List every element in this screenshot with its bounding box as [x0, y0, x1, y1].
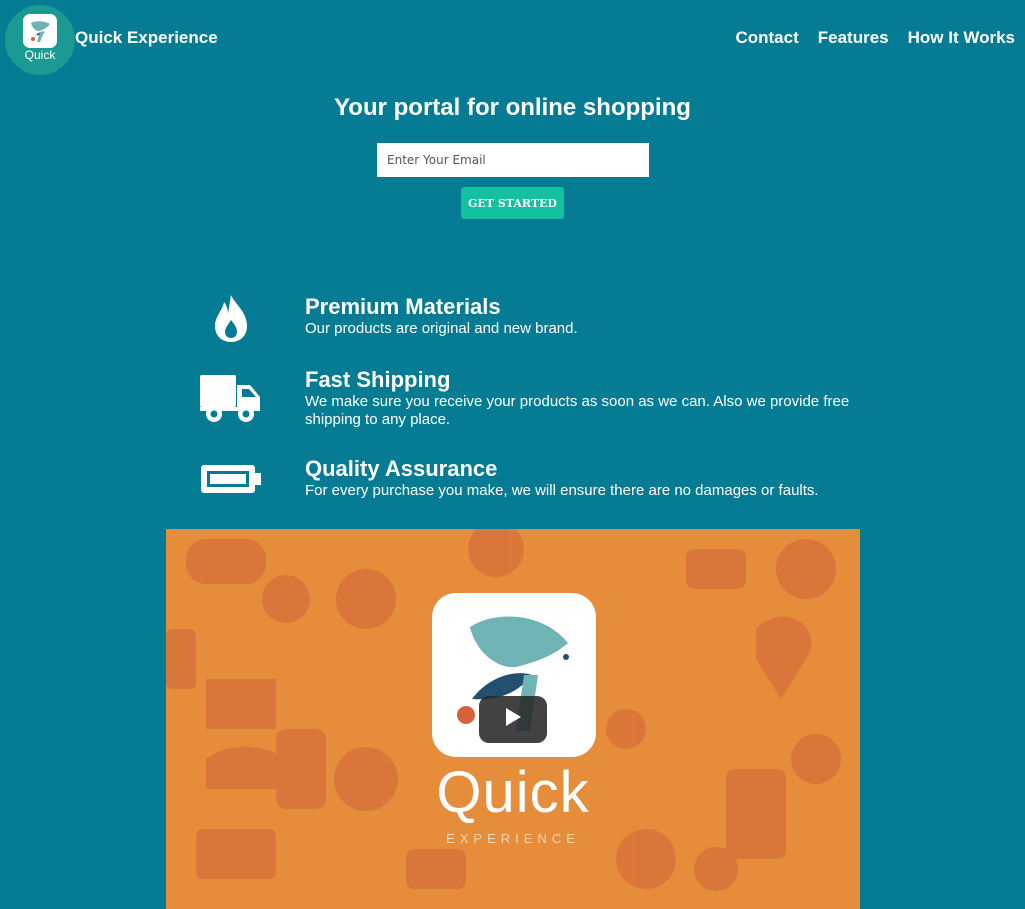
feature-description: We make sure you receive your products a…	[305, 393, 850, 428]
hero-heading: Your portal for online shopping	[334, 94, 691, 121]
logo[interactable]: Quick	[5, 5, 75, 75]
feature-description: Our products are original and new brand.	[305, 320, 578, 337]
play-icon	[503, 707, 523, 732]
brand-title[interactable]: Quick Experience	[75, 28, 218, 48]
logo-text: Quick	[24, 48, 56, 62]
get-started-button[interactable]: GET STARTED	[461, 187, 564, 219]
fire-icon	[200, 294, 262, 344]
truck-icon	[200, 367, 262, 425]
nav-features[interactable]: Features	[818, 28, 889, 48]
feature-title: Premium Materials	[305, 294, 501, 319]
feature-title: Quality Assurance	[305, 456, 498, 481]
video-logo-subtitle: EXPERIENCE	[446, 831, 580, 846]
rabbit-logo-icon	[23, 14, 57, 48]
email-input[interactable]	[377, 143, 649, 177]
feature-description: For every purchase you make, we will ens…	[305, 482, 819, 499]
nav-contact[interactable]: Contact	[735, 28, 798, 48]
play-button[interactable]	[479, 696, 547, 743]
nav-how-it-works[interactable]: How It Works	[908, 28, 1015, 48]
video-logo-word: Quick	[436, 760, 590, 825]
top-nav: Contact Features How It Works	[735, 28, 1015, 48]
battery-icon	[200, 456, 262, 496]
video-player[interactable]: Quick EXPERIENCE	[166, 529, 860, 909]
feature-title: Fast Shipping	[305, 367, 451, 392]
